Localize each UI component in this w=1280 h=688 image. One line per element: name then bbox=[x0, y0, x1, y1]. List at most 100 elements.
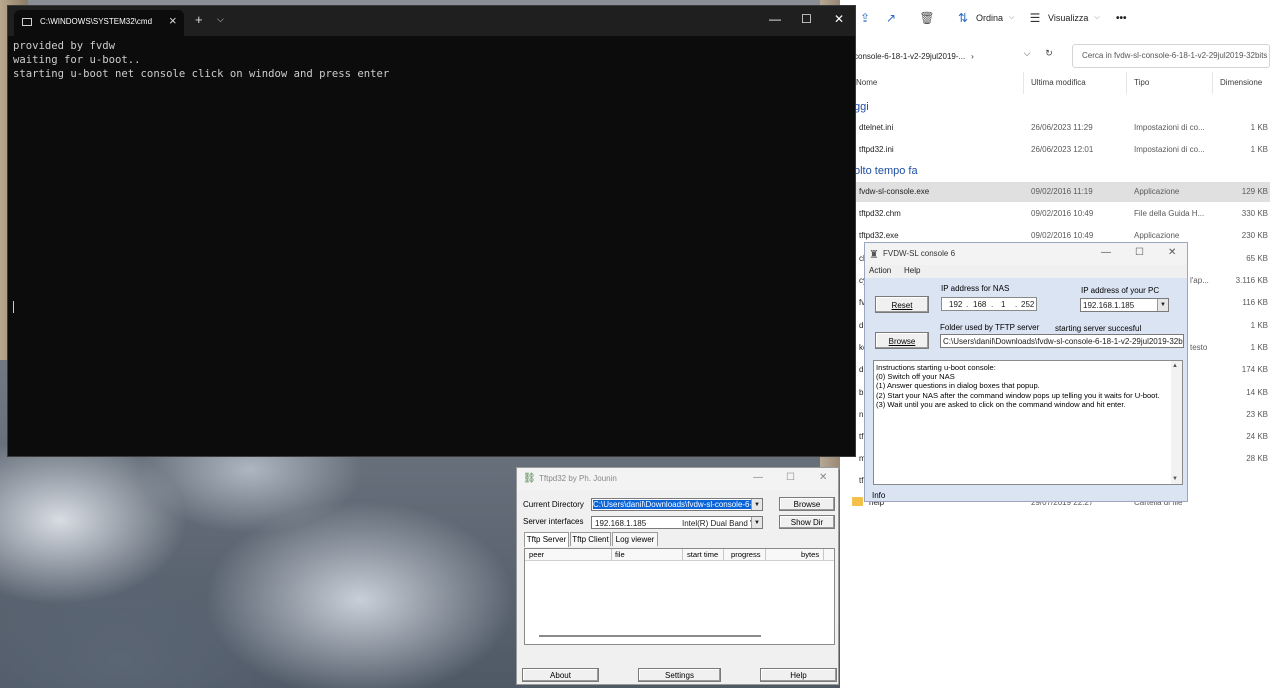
fvdw-titlebar[interactable]: ♜ FVDW-SL console 6 — ☐ ✕ bbox=[865, 243, 1187, 265]
col-peer[interactable]: peer bbox=[529, 550, 544, 559]
cmd-output[interactable]: provided by fvdw waiting for u-boot.. star… bbox=[13, 40, 833, 81]
file-name: tftpd32.exe bbox=[859, 231, 899, 240]
menu-action[interactable]: Action bbox=[869, 266, 891, 275]
group-today[interactable]: ggi bbox=[854, 101, 869, 113]
column-divider[interactable] bbox=[765, 549, 766, 560]
server-interface-select[interactable]: 192.168.1.185 Intel(R) Dual Band V ▼ bbox=[591, 516, 763, 529]
vertical-scrollbar[interactable]: ▲ ▼ bbox=[1171, 361, 1182, 484]
col-progress[interactable]: progress bbox=[731, 550, 761, 559]
instructions-textarea[interactable]: Instructions starting u-boot console: (0… bbox=[873, 360, 1183, 485]
reset-button[interactable]: Reset bbox=[875, 296, 929, 313]
chevron-down-icon[interactable]: ▼ bbox=[1157, 299, 1168, 311]
close-icon[interactable]: ✕ bbox=[819, 472, 827, 483]
transfers-list[interactable]: peer file start time progress bytes bbox=[524, 548, 835, 645]
file-name-partial[interactable]: b bbox=[859, 388, 863, 397]
column-divider[interactable] bbox=[823, 549, 824, 560]
breadcrumb[interactable]: console-6-18-1-v2-29jul2019-... › bbox=[854, 44, 1036, 68]
more-options-button[interactable]: ••• bbox=[1116, 8, 1127, 28]
info-label: Info bbox=[872, 491, 886, 500]
chevron-down-icon[interactable]: ▼ bbox=[751, 499, 762, 510]
sort-button[interactable]: ⇅ Ordina ⌵ bbox=[956, 8, 1014, 28]
file-type: File della Guida H... bbox=[1134, 209, 1205, 218]
column-divider[interactable] bbox=[611, 549, 612, 560]
settings-button[interactable]: Settings bbox=[638, 668, 721, 682]
file-date: 09/02/2016 10:49 bbox=[1031, 209, 1094, 218]
scroll-up-icon[interactable]: ▲ bbox=[1172, 363, 1178, 369]
col-file[interactable]: file bbox=[615, 550, 625, 559]
group-long-ago[interactable]: olto tempo fa bbox=[854, 165, 918, 177]
horizontal-scrollbar[interactable] bbox=[539, 635, 761, 637]
chevron-down-icon[interactable]: ▼ bbox=[751, 517, 762, 528]
file-name-partial[interactable]: n bbox=[859, 410, 863, 419]
minimize-icon[interactable]: — bbox=[769, 12, 781, 26]
menu-help[interactable]: Help bbox=[904, 266, 920, 275]
ip-octet: 252 bbox=[1021, 300, 1035, 309]
maximize-icon[interactable]: ☐ bbox=[801, 12, 812, 26]
delete-button[interactable]: 🗑 bbox=[919, 8, 934, 28]
file-size-partial: 24 KB bbox=[1246, 432, 1268, 441]
scroll-down-icon[interactable]: ▼ bbox=[1172, 476, 1178, 482]
chevron-down-icon[interactable]: ⌵ bbox=[217, 14, 224, 25]
column-type[interactable]: Tipo bbox=[1134, 78, 1149, 92]
file-name-partial[interactable]: d bbox=[859, 365, 863, 374]
ip-pc-select[interactable]: 192.168.1.185 ▼ bbox=[1080, 298, 1169, 312]
col-start-time[interactable]: start time bbox=[687, 550, 718, 559]
column-divider[interactable] bbox=[723, 549, 724, 560]
new-tab-icon[interactable]: + bbox=[195, 12, 203, 27]
share-icon: ⇪ bbox=[859, 11, 871, 25]
view-button[interactable]: ☰ Visualizza ⌵ bbox=[1028, 8, 1100, 28]
col-bytes[interactable]: bytes bbox=[801, 550, 819, 559]
share-link-button[interactable]: ↗ bbox=[884, 8, 898, 28]
column-modified[interactable]: Ultima modifica bbox=[1031, 78, 1086, 92]
column-divider[interactable] bbox=[1126, 72, 1127, 94]
show-dir-button[interactable]: Show Dir bbox=[779, 515, 835, 529]
close-icon[interactable]: ✕ bbox=[1168, 247, 1176, 258]
fvdw-title: FVDW-SL console 6 bbox=[883, 249, 956, 258]
tab-log-viewer[interactable]: Log viewer bbox=[612, 532, 658, 546]
maximize-icon[interactable]: ☐ bbox=[1135, 247, 1144, 258]
tftpd32-window[interactable]: ⛓ Tftpd32 by Ph. Jounin — ☐ ✕ Current Di… bbox=[516, 467, 839, 685]
file-size: 330 KB bbox=[1241, 209, 1268, 218]
share-button[interactable]: ⇪ bbox=[858, 8, 872, 28]
file-row[interactable]: dtelnet.ini 26/06/2023 11:29 Impostazion… bbox=[850, 118, 1270, 138]
minimize-icon[interactable]: — bbox=[753, 472, 763, 483]
file-name-partial[interactable]: tf bbox=[859, 476, 863, 485]
close-tab-icon[interactable]: × bbox=[169, 13, 177, 28]
cmd-titlebar[interactable]: C:\WINDOWS\SYSTEM32\cmd × + ⌵ — ☐ ✕ bbox=[8, 6, 855, 36]
address-dropdown-icon[interactable]: ⌵ bbox=[1018, 48, 1036, 64]
refresh-icon[interactable]: ↻ bbox=[1040, 48, 1058, 64]
column-name[interactable]: Nome bbox=[856, 78, 877, 92]
about-button[interactable]: About bbox=[522, 668, 599, 682]
current-dir-select[interactable]: C:\Users\danil\Downloads\fvdw-sl-console… bbox=[591, 498, 763, 511]
column-size[interactable]: Dimensione bbox=[1220, 78, 1262, 92]
file-size: 1 KB bbox=[1250, 123, 1268, 132]
ip-nas-input[interactable]: 192 . 168 . 1 . 252 bbox=[941, 297, 1037, 311]
search-input[interactable]: Cerca in fvdw-sl-console-6-18-1-v2-29jul… bbox=[1072, 44, 1270, 68]
maximize-icon[interactable]: ☐ bbox=[786, 472, 795, 483]
instruction-line: (3) Wait until you are asked to click on… bbox=[876, 399, 1126, 409]
server-ip: 192.168.1.185 bbox=[595, 519, 647, 528]
cmd-tab[interactable]: C:\WINDOWS\SYSTEM32\cmd × bbox=[14, 10, 184, 36]
column-divider[interactable] bbox=[1212, 72, 1213, 94]
folder-path-field[interactable]: C:\Users\danil\Downloads\fvdw-sl-console… bbox=[940, 334, 1184, 348]
file-size: 129 KB bbox=[1241, 187, 1268, 196]
help-button[interactable]: Help bbox=[760, 668, 837, 682]
file-row[interactable]: tftpd32.chm 09/02/2016 10:49 File della … bbox=[850, 204, 1270, 224]
file-name-partial[interactable]: d bbox=[859, 321, 863, 330]
file-row[interactable]: tftpd32.ini 26/06/2023 12:01 Impostazion… bbox=[850, 140, 1270, 160]
tftpd-app-icon: ⛓ bbox=[523, 473, 536, 484]
tab-tftp-server[interactable]: Tftp Server bbox=[524, 532, 569, 547]
ip-dot: . bbox=[1015, 300, 1018, 309]
close-icon[interactable]: ✕ bbox=[834, 12, 844, 26]
fvdw-console-window[interactable]: ♜ FVDW-SL console 6 — ☐ ✕ Action Help IP… bbox=[864, 242, 1188, 502]
tab-tftp-client[interactable]: Tftp Client bbox=[570, 532, 611, 546]
cmd-window[interactable]: C:\WINDOWS\SYSTEM32\cmd × + ⌵ — ☐ ✕ prov… bbox=[7, 5, 856, 457]
minimize-icon[interactable]: — bbox=[1101, 247, 1111, 258]
browse-button[interactable]: Browse bbox=[779, 497, 835, 511]
column-divider[interactable] bbox=[682, 549, 683, 560]
browse-button[interactable]: Browse bbox=[875, 332, 929, 349]
column-divider[interactable] bbox=[1023, 72, 1024, 94]
file-row-selected[interactable]: fvdw-sl-console.exe 09/02/2016 11:19 App… bbox=[850, 182, 1270, 202]
file-name-partial[interactable]: tf bbox=[859, 432, 863, 441]
tftp-titlebar[interactable]: ⛓ Tftpd32 by Ph. Jounin — ☐ ✕ bbox=[517, 468, 838, 490]
